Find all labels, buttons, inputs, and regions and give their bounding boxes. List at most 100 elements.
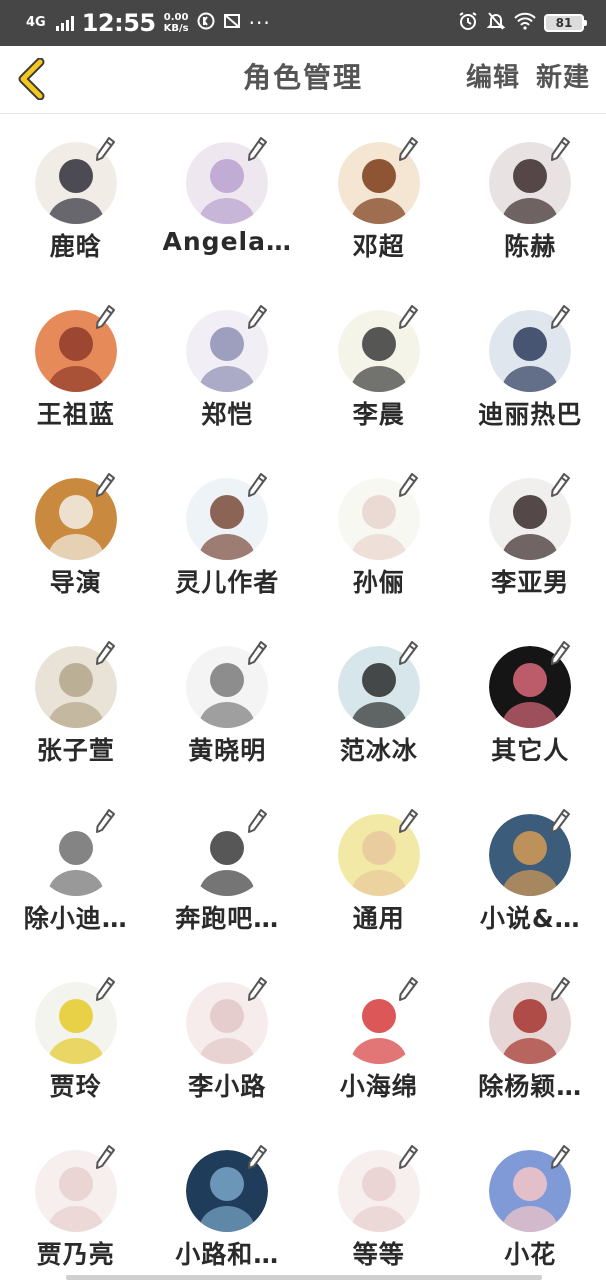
nav-bar: 角色管理 编辑 新建 <box>0 46 606 114</box>
character-name: 李亚男 <box>491 568 570 597</box>
character-item[interactable]: 范冰冰 <box>303 618 455 786</box>
pencil-icon[interactable] <box>94 640 116 666</box>
character-item[interactable]: 李晨 <box>303 282 455 450</box>
pencil-icon[interactable] <box>397 304 419 330</box>
pencil-icon[interactable] <box>246 136 268 162</box>
edit-button[interactable]: 编辑 <box>466 46 520 110</box>
character-item[interactable]: 鹿晗 <box>0 114 152 282</box>
character-item[interactable]: 通用 <box>303 786 455 954</box>
pencil-icon[interactable] <box>246 976 268 1002</box>
status-left: 4G 12:55 0.00 KB/s ··· <box>26 9 271 37</box>
clock: 12:55 <box>81 9 156 37</box>
character-name: 李晨 <box>352 400 405 429</box>
character-name: 贾玲 <box>49 1072 102 1101</box>
screenshot-blocked-icon <box>223 12 241 35</box>
bottom-scroll-indicator <box>66 1275 542 1280</box>
status-bar: 4G 12:55 0.00 KB/s ··· 81 <box>0 0 606 46</box>
pencil-icon[interactable] <box>549 640 571 666</box>
character-name: 通用 <box>352 904 405 933</box>
network-speed: 0.00 KB/s <box>164 12 189 34</box>
character-name: 小海绵 <box>339 1072 418 1101</box>
character-item[interactable]: 灵儿作者 <box>152 450 304 618</box>
character-name: 小花 <box>504 1240 557 1269</box>
character-item[interactable]: 李小路 <box>152 954 304 1122</box>
pencil-icon[interactable] <box>549 136 571 162</box>
pencil-icon[interactable] <box>246 640 268 666</box>
character-item[interactable]: 小海绵 <box>303 954 455 1122</box>
pencil-icon[interactable] <box>246 808 268 834</box>
character-name: Angela… <box>162 227 292 256</box>
character-name: 除杨颖… <box>478 1072 583 1101</box>
character-name: 奔跑吧… <box>175 904 280 933</box>
pencil-icon[interactable] <box>549 472 571 498</box>
character-item[interactable]: 李亚男 <box>455 450 606 618</box>
character-name: 迪丽热巴 <box>478 400 583 429</box>
pencil-icon[interactable] <box>246 1144 268 1170</box>
character-item[interactable]: 陈赫 <box>455 114 606 282</box>
character-item[interactable]: 孙俪 <box>303 450 455 618</box>
pencil-icon[interactable] <box>246 472 268 498</box>
character-name: 王祖蓝 <box>36 400 115 429</box>
character-item[interactable]: 等等 <box>303 1122 455 1280</box>
character-name: 张子萱 <box>36 736 115 765</box>
character-name: 郑恺 <box>201 400 254 429</box>
signal-icon <box>55 15 74 31</box>
pencil-icon[interactable] <box>549 304 571 330</box>
pencil-icon[interactable] <box>94 1144 116 1170</box>
network-speed-value: 0.00 <box>163 12 189 23</box>
pencil-icon[interactable] <box>549 1144 571 1170</box>
character-name: 其它人 <box>491 736 570 765</box>
battery-icon: 81 <box>544 14 587 32</box>
character-item[interactable]: 黄晓明 <box>152 618 304 786</box>
pencil-icon[interactable] <box>94 136 116 162</box>
character-name: 小说&… <box>479 904 581 933</box>
character-name: 灵儿作者 <box>175 568 280 597</box>
pencil-icon[interactable] <box>246 304 268 330</box>
pencil-icon[interactable] <box>397 976 419 1002</box>
network-type: 4G <box>26 15 46 30</box>
pencil-icon[interactable] <box>397 640 419 666</box>
wifi-icon <box>514 12 536 34</box>
character-item[interactable]: 除小迪… <box>0 786 152 954</box>
more-notifications-icon: ··· <box>248 11 271 35</box>
pencil-icon[interactable] <box>397 808 419 834</box>
character-name: 黄晓明 <box>188 736 267 765</box>
new-button[interactable]: 新建 <box>536 46 590 110</box>
pencil-icon[interactable] <box>94 472 116 498</box>
pencil-icon[interactable] <box>549 808 571 834</box>
character-item[interactable]: 小说&… <box>455 786 606 954</box>
character-name: 孙俪 <box>352 568 405 597</box>
status-right: 81 <box>458 11 587 35</box>
character-name: 除小迪… <box>23 904 128 933</box>
character-item[interactable]: Angela… <box>152 114 304 282</box>
character-name: 陈赫 <box>504 232 557 261</box>
character-item[interactable]: 贾玲 <box>0 954 152 1122</box>
character-item[interactable]: 邓超 <box>303 114 455 282</box>
character-item[interactable]: 郑恺 <box>152 282 304 450</box>
character-item[interactable]: 小路和… <box>152 1122 304 1280</box>
pencil-icon[interactable] <box>94 808 116 834</box>
pencil-icon[interactable] <box>94 976 116 1002</box>
pencil-icon[interactable] <box>397 472 419 498</box>
pencil-icon[interactable] <box>397 136 419 162</box>
pencil-icon[interactable] <box>397 1144 419 1170</box>
character-name: 小路和… <box>175 1240 280 1269</box>
character-grid: 鹿晗 Angela… 邓超 陈赫王祖蓝 郑恺 李晨 迪丽热巴导演 灵儿作者 孙俪 李亚男张子萱 黄晓… <box>0 114 606 1280</box>
pencil-icon[interactable] <box>94 304 116 330</box>
data-saver-icon <box>197 12 215 35</box>
pencil-icon[interactable] <box>549 976 571 1002</box>
character-name: 李小路 <box>188 1072 267 1101</box>
character-item[interactable]: 导演 <box>0 450 152 618</box>
character-item[interactable]: 其它人 <box>455 618 606 786</box>
character-item[interactable]: 除杨颖… <box>455 954 606 1122</box>
character-item[interactable]: 张子萱 <box>0 618 152 786</box>
character-item[interactable]: 奔跑吧… <box>152 786 304 954</box>
alarm-icon <box>458 11 478 35</box>
network-speed-unit: KB/s <box>163 23 189 34</box>
character-item[interactable]: 贾乃亮 <box>0 1122 152 1280</box>
character-name: 鹿晗 <box>49 232 102 261</box>
character-item[interactable]: 小花 <box>455 1122 606 1280</box>
character-name: 范冰冰 <box>339 736 418 765</box>
character-item[interactable]: 王祖蓝 <box>0 282 152 450</box>
character-item[interactable]: 迪丽热巴 <box>455 282 606 450</box>
